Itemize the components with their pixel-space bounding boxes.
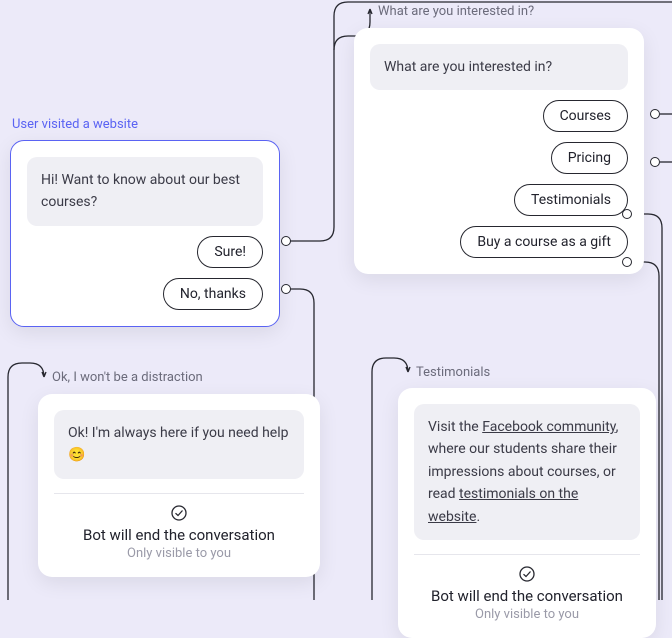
- node-distraction[interactable]: Ok! I'm always here if you need help 😊 B…: [38, 394, 320, 577]
- end-conversation-text: Bot will end the conversation: [414, 587, 640, 605]
- check-icon: [414, 565, 640, 583]
- node-testimonials[interactable]: Visit the Facebook community, where our …: [398, 388, 656, 638]
- link-facebook[interactable]: Facebook community: [482, 419, 615, 435]
- bot-message-interested: What are you interested in?: [370, 44, 628, 90]
- node-title-testimonials: Testimonials: [416, 365, 490, 380]
- port-no-thanks[interactable]: [281, 284, 291, 294]
- bot-message-help: Ok! I'm always here if you need help 😊: [54, 410, 304, 479]
- port-gift[interactable]: [622, 257, 632, 267]
- option-no-thanks[interactable]: No, thanks: [163, 278, 263, 310]
- port-testimonials[interactable]: [622, 209, 632, 219]
- msg-text: .: [476, 509, 480, 525]
- bot-message: Hi! Want to know about our best courses?: [27, 157, 263, 226]
- option-sure[interactable]: Sure!: [197, 236, 263, 268]
- node-user-visited[interactable]: Hi! Want to know about our best courses?…: [10, 140, 280, 327]
- option-pricing[interactable]: Pricing: [551, 142, 628, 174]
- node-title-distraction: Ok, I won't be a distraction: [52, 370, 203, 385]
- divider: [414, 554, 640, 555]
- check-icon: [54, 504, 304, 522]
- option-testimonials[interactable]: Testimonials: [514, 184, 628, 216]
- only-visible-text: Only visible to you: [54, 546, 304, 561]
- option-gift[interactable]: Buy a course as a gift: [460, 226, 628, 258]
- node-title-user-visited: User visited a website: [12, 117, 138, 132]
- end-conversation-text: Bot will end the conversation: [54, 526, 304, 544]
- port-sure[interactable]: [281, 236, 291, 246]
- node-title-interested: What are you interested in?: [378, 4, 534, 19]
- port-courses[interactable]: [650, 109, 660, 119]
- node-interested[interactable]: What are you interested in? Courses Pric…: [354, 28, 644, 274]
- option-courses[interactable]: Courses: [543, 100, 628, 132]
- port-pricing[interactable]: [650, 157, 660, 167]
- bot-message-testimonials: Visit the Facebook community, where our …: [414, 404, 640, 540]
- msg-text: Visit the: [428, 419, 482, 435]
- only-visible-text: Only visible to you: [414, 607, 640, 622]
- divider: [54, 493, 304, 494]
